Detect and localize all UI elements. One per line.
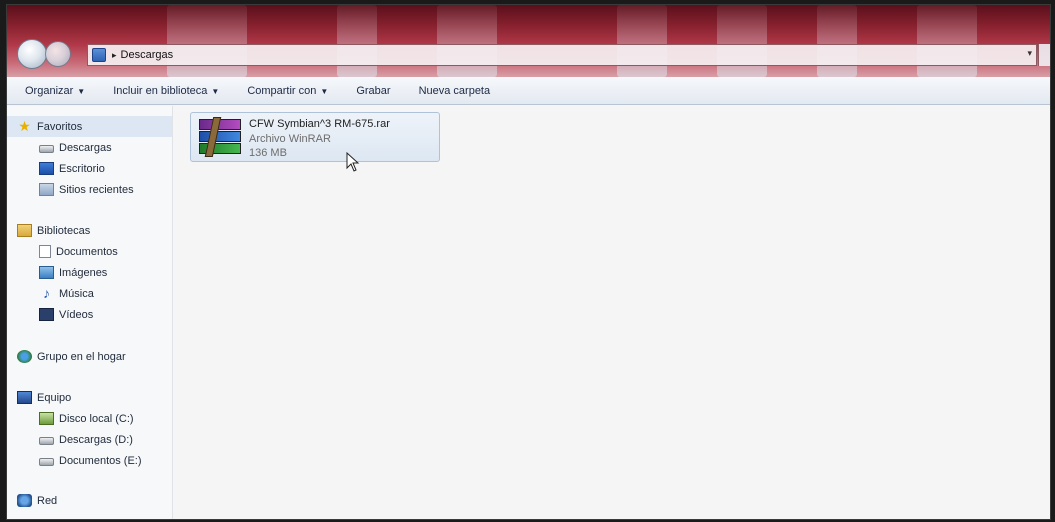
star-icon: ★ <box>18 118 31 134</box>
drive-icon <box>39 437 54 445</box>
include-in-library-button[interactable]: Incluir en biblioteca ▼ <box>113 85 219 97</box>
desktop-icon <box>39 162 54 175</box>
folder-location-icon <box>92 48 106 62</box>
search-box[interactable] <box>1038 44 1050 66</box>
drive-icon <box>39 458 54 466</box>
sidebar-item-red[interactable]: Red <box>7 490 172 511</box>
document-icon <box>39 245 51 258</box>
file-type: Archivo WinRAR <box>249 133 331 145</box>
breadcrumb-current[interactable]: Descargas <box>121 49 174 61</box>
sidebar-item-favoritos[interactable]: ★ Favoritos <box>7 116 172 137</box>
downloads-folder-icon <box>39 145 54 153</box>
chevron-down-icon: ▼ <box>320 86 329 96</box>
file-name: CFW Symbian^3 RM-675.rar <box>249 118 390 130</box>
glass-reflection <box>337 5 377 77</box>
recent-places-icon <box>39 183 54 196</box>
homegroup-icon <box>17 350 32 363</box>
navigation-pane: ★ Favoritos Descargas Escritorio Sitios … <box>7 106 173 519</box>
navigation-buttons <box>17 39 81 69</box>
share-with-button[interactable]: Compartir con ▼ <box>247 85 328 97</box>
back-button[interactable] <box>17 39 47 69</box>
sidebar-item-documentos-e[interactable]: Documentos (E:) <box>7 450 172 471</box>
network-icon <box>17 494 32 507</box>
forward-button[interactable] <box>45 41 71 67</box>
breadcrumb-separator[interactable]: ▸ <box>112 50 117 61</box>
sidebar-item-escritorio[interactable]: Escritorio <box>7 158 172 179</box>
video-icon <box>39 308 54 321</box>
local-disk-icon <box>39 412 54 425</box>
chevron-down-icon: ▼ <box>77 86 86 96</box>
title-bar: ▸ Descargas ▾ <box>7 5 1050 77</box>
computer-group: Equipo Disco local (C:) Descargas (D:) D… <box>7 387 172 471</box>
homegroup-group: Grupo en el hogar <box>7 346 172 367</box>
glass-reflection <box>437 5 497 77</box>
new-folder-button[interactable]: Nueva carpeta <box>419 85 491 97</box>
network-group: Red <box>7 490 172 511</box>
favorites-group: ★ Favoritos Descargas Escritorio Sitios … <box>7 116 172 200</box>
sidebar-item-bibliotecas[interactable]: Bibliotecas <box>7 220 172 241</box>
address-bar[interactable]: ▸ Descargas ▾ <box>87 44 1037 66</box>
computer-icon <box>17 391 32 404</box>
organize-button[interactable]: Organizar ▼ <box>25 85 85 97</box>
libraries-group: Bibliotecas Documentos Imágenes ♪ Música… <box>7 220 172 325</box>
sidebar-item-imagenes[interactable]: Imágenes <box>7 262 172 283</box>
explorer-window: ▸ Descargas ▾ Organizar ▼ Incluir en bibl… <box>6 4 1051 520</box>
glass-reflection <box>917 5 977 77</box>
sidebar-item-descargas[interactable]: Descargas <box>7 137 172 158</box>
file-item[interactable]: CFW Symbian^3 RM-675.rar Archivo WinRAR … <box>190 112 440 162</box>
address-history-dropdown-icon[interactable]: ▾ <box>1027 48 1032 59</box>
file-list-area[interactable]: CFW Symbian^3 RM-675.rar Archivo WinRAR … <box>174 106 1050 519</box>
music-note-icon: ♪ <box>43 285 50 301</box>
sidebar-item-sitios-recientes[interactable]: Sitios recientes <box>7 179 172 200</box>
file-size: 136 MB <box>249 147 287 159</box>
glass-reflection <box>817 5 857 77</box>
sidebar-item-grupo-en-el-hogar[interactable]: Grupo en el hogar <box>7 346 172 367</box>
pictures-icon <box>39 266 54 279</box>
sidebar-item-musica[interactable]: ♪ Música <box>7 283 172 304</box>
sidebar-item-disco-local-c[interactable]: Disco local (C:) <box>7 408 172 429</box>
burn-button[interactable]: Grabar <box>356 85 390 97</box>
winrar-archive-icon <box>199 117 241 157</box>
sidebar-item-videos[interactable]: Vídeos <box>7 304 172 325</box>
glass-reflection <box>617 5 667 77</box>
sidebar-item-documentos[interactable]: Documentos <box>7 241 172 262</box>
command-bar: Organizar ▼ Incluir en biblioteca ▼ Compar… <box>7 77 1050 105</box>
library-icon <box>17 224 32 237</box>
glass-reflection <box>717 5 767 77</box>
sidebar-item-equipo[interactable]: Equipo <box>7 387 172 408</box>
sidebar-item-descargas-d[interactable]: Descargas (D:) <box>7 429 172 450</box>
glass-reflection <box>167 5 247 77</box>
chevron-down-icon: ▼ <box>211 86 220 96</box>
